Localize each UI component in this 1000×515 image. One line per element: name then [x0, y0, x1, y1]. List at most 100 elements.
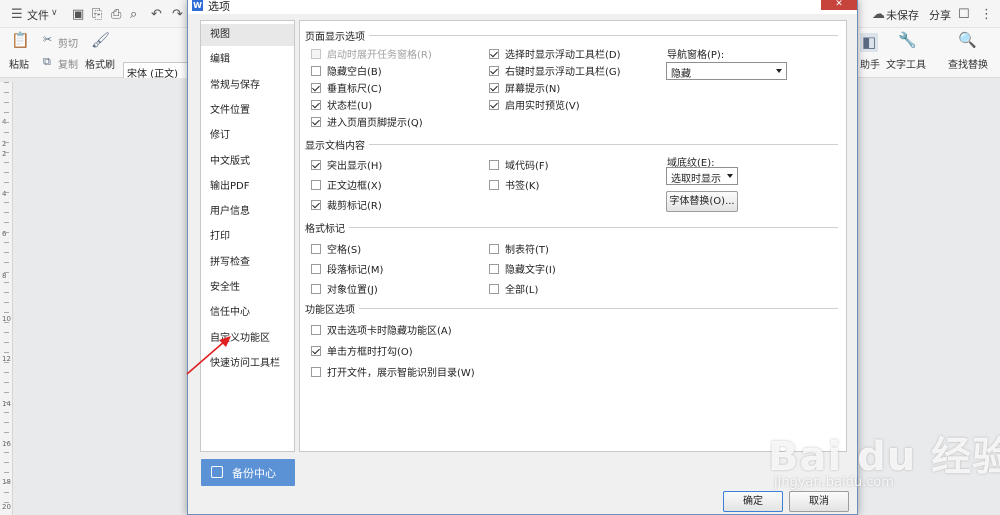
nav-item[interactable]: 用户信息	[201, 201, 294, 223]
checkbox-checked[interactable]	[311, 82, 321, 93]
nav-item[interactable]: 编辑	[201, 49, 294, 71]
checkbox-checked[interactable]	[311, 116, 321, 127]
undo-icon[interactable]: ↶	[151, 8, 162, 21]
paste-icon[interactable]: 📋	[11, 33, 30, 48]
nav-item[interactable]: 拼写检查	[201, 252, 294, 274]
cut-button[interactable]: 剪切	[58, 35, 78, 50]
checkbox-unchecked[interactable]	[311, 263, 321, 274]
checkbox-label: 正文边框(X)	[327, 181, 382, 192]
print-icon[interactable]: ⎙	[111, 8, 121, 21]
checkbox-checked[interactable]	[311, 159, 321, 170]
checkbox-checked[interactable]	[311, 199, 321, 210]
export-icon[interactable]: ⎘	[92, 8, 102, 21]
checkbox-option[interactable]: 域代码(F)	[489, 157, 549, 172]
section-divider	[306, 35, 838, 36]
nav-item[interactable]: 视图	[201, 24, 294, 46]
checkbox-unchecked[interactable]	[311, 48, 321, 59]
preview-icon[interactable]: ⌕	[130, 8, 137, 21]
nav-item[interactable]: 中文版式	[201, 151, 294, 173]
nav-item[interactable]: 安全性	[201, 277, 294, 299]
checkbox-unchecked[interactable]	[311, 243, 321, 254]
unsaved-status[interactable]: 未保存	[886, 7, 919, 23]
checkbox-option[interactable]: 书签(K)	[489, 177, 539, 192]
checkbox-option[interactable]: 对象位置(J)	[311, 281, 378, 296]
checkbox-option[interactable]: 单击方框时打勾(O)	[311, 343, 413, 358]
dialog-titlebar: W 选项 ✕	[188, 0, 857, 14]
nav-item[interactable]: 打印	[201, 226, 294, 248]
nav-item[interactable]: 修订	[201, 125, 294, 147]
nav-item[interactable]: 文件位置	[201, 100, 294, 122]
chevron-down-icon[interactable]: ∨	[51, 9, 58, 18]
cloud-icon[interactable]: ☁	[872, 8, 885, 21]
checkbox-option[interactable]: 空格(S)	[311, 241, 361, 256]
ruler-tick	[4, 252, 9, 253]
checkbox-checked[interactable]	[311, 345, 321, 356]
checkbox-checked[interactable]	[489, 48, 499, 59]
options-dialog: W 选项 ✕ 视图编辑常规与保存文件位置修订中文版式输出PDF 用户信息打印拼写检…	[187, 0, 858, 515]
checkbox-option[interactable]: 双击选项卡时隐藏功能区(A)	[311, 322, 452, 337]
checkbox-checked[interactable]	[311, 99, 321, 110]
checkbox-unchecked[interactable]	[489, 283, 499, 294]
checkbox-unchecked[interactable]	[311, 179, 321, 190]
field-shading-select[interactable]: 选取时显示	[666, 167, 738, 185]
font-replace-button[interactable]: 字体替换(O)...	[666, 191, 738, 212]
checkbox-option[interactable]: 隐藏文字(I)	[489, 261, 556, 276]
more-icon[interactable]: ⋮	[980, 8, 993, 21]
checkbox-unchecked[interactable]	[489, 263, 499, 274]
nav-item[interactable]: 信任中心	[201, 302, 294, 324]
checkbox-option[interactable]: 制表符(T)	[489, 241, 549, 256]
checkbox-unchecked[interactable]	[311, 65, 321, 76]
checkbox-option[interactable]: 隐藏空白(B)	[311, 63, 382, 78]
checkbox-unchecked[interactable]	[489, 179, 499, 190]
checkbox-option[interactable]: 正文边框(X)	[311, 177, 382, 192]
wrench-icon[interactable]: 🔧	[898, 33, 917, 48]
checkbox-unchecked[interactable]	[311, 366, 321, 377]
checkbox-option[interactable]: 突出显示(H)	[311, 157, 382, 172]
copy-button[interactable]: 复制	[58, 56, 78, 71]
ruler-tick	[4, 332, 9, 333]
checkbox-option[interactable]: 垂直标尺(C)	[311, 80, 382, 95]
checkbox-unchecked[interactable]	[489, 159, 499, 170]
assistant-button[interactable]: 助手	[860, 56, 880, 71]
checkbox-option[interactable]: 选择时显示浮动工具栏(D)	[489, 46, 621, 61]
close-button[interactable]: ✕	[821, 0, 857, 10]
format-painter-button[interactable]: 格式刷	[85, 56, 115, 71]
menu-icon[interactable]: ☰	[11, 8, 23, 21]
checkbox-option[interactable]: 全部(L)	[489, 281, 538, 296]
checkbox-option[interactable]: 段落标记(M)	[311, 261, 383, 276]
nav-pane-select[interactable]: 隐藏	[666, 62, 787, 80]
checkbox-option[interactable]: 启动时展开任务窗格(R)	[311, 46, 432, 61]
nav-item[interactable]: 输出PDF	[201, 176, 294, 198]
checkbox-option[interactable]: 打开文件，展示智能识别目录(W)	[311, 364, 475, 379]
redo-icon[interactable]: ↷	[172, 8, 183, 21]
share-button[interactable]: 分享	[929, 7, 951, 23]
cut-icon[interactable]: ✂	[43, 34, 52, 45]
checkbox-unchecked[interactable]	[311, 283, 321, 294]
checkbox-option[interactable]: 启用实时预览(V)	[489, 97, 580, 112]
checkbox-checked[interactable]	[489, 82, 499, 93]
checkbox-option[interactable]: 屏幕提示(N)	[489, 80, 560, 95]
ruler-tick	[4, 502, 9, 503]
backup-center-button[interactable]: 备份中心	[201, 459, 295, 486]
assistant-icon[interactable]: ◧	[860, 33, 879, 52]
menu-file[interactable]: 文件	[27, 7, 49, 23]
format-painter-icon[interactable]: 🖌	[91, 33, 110, 48]
checkbox-option[interactable]: 右键时显示浮动工具栏(G)	[489, 63, 621, 78]
copy-icon[interactable]: ⧉	[43, 56, 51, 67]
checkbox-unchecked[interactable]	[489, 243, 499, 254]
find-replace-button[interactable]: 查找替换	[948, 56, 988, 71]
nav-item[interactable]: 常规与保存	[201, 75, 294, 97]
options-content: 页面显示选项 启动时展开任务窗格(R) 隐藏空白(B) 垂直标尺(C) 状态栏(U) 进…	[299, 20, 847, 452]
text-tools-button[interactable]: 文字工具	[886, 56, 926, 71]
checkbox-checked[interactable]	[489, 99, 499, 110]
search-icon[interactable]: 🔍	[958, 33, 977, 48]
checkbox-option[interactable]: 状态栏(U)	[311, 97, 372, 112]
checkbox-option[interactable]: 裁剪标记(R)	[311, 197, 382, 212]
paste-button[interactable]: 粘贴	[9, 56, 29, 71]
save-icon[interactable]: ▣	[72, 8, 84, 21]
checkbox-unchecked[interactable]	[311, 324, 321, 335]
checkbox-checked[interactable]	[489, 65, 499, 76]
checkbox-option[interactable]: 进入页眉页脚提示(Q)	[311, 114, 423, 129]
feedback-icon[interactable]: ☐	[958, 8, 970, 21]
ruler-tick	[4, 302, 9, 303]
